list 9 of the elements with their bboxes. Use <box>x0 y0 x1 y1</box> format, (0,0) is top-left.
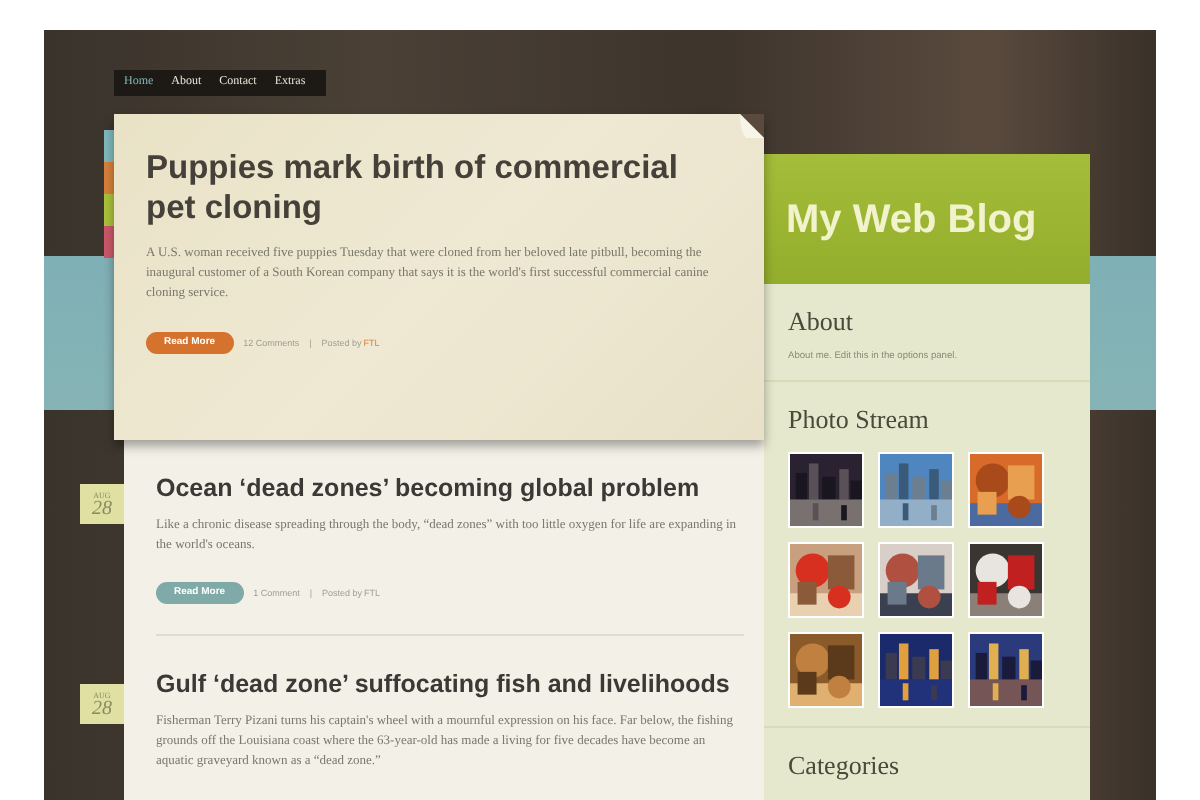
widget-heading: Categories <box>788 750 902 782</box>
date-day: 28 <box>92 699 112 719</box>
date-day: 28 <box>92 499 112 519</box>
post-title[interactable]: Ocean ‘dead zones’ becoming global problem <box>156 474 744 504</box>
post-title[interactable]: Gulf ‘dead zone’ suffocating fish and livelihoods <box>156 670 744 700</box>
folded-corner <box>740 114 764 138</box>
widget-heading: Photo Stream <box>788 404 931 436</box>
post-title[interactable]: Puppies mark birth of commercial pet cloning <box>146 148 728 228</box>
widget-heading: About <box>788 306 855 338</box>
